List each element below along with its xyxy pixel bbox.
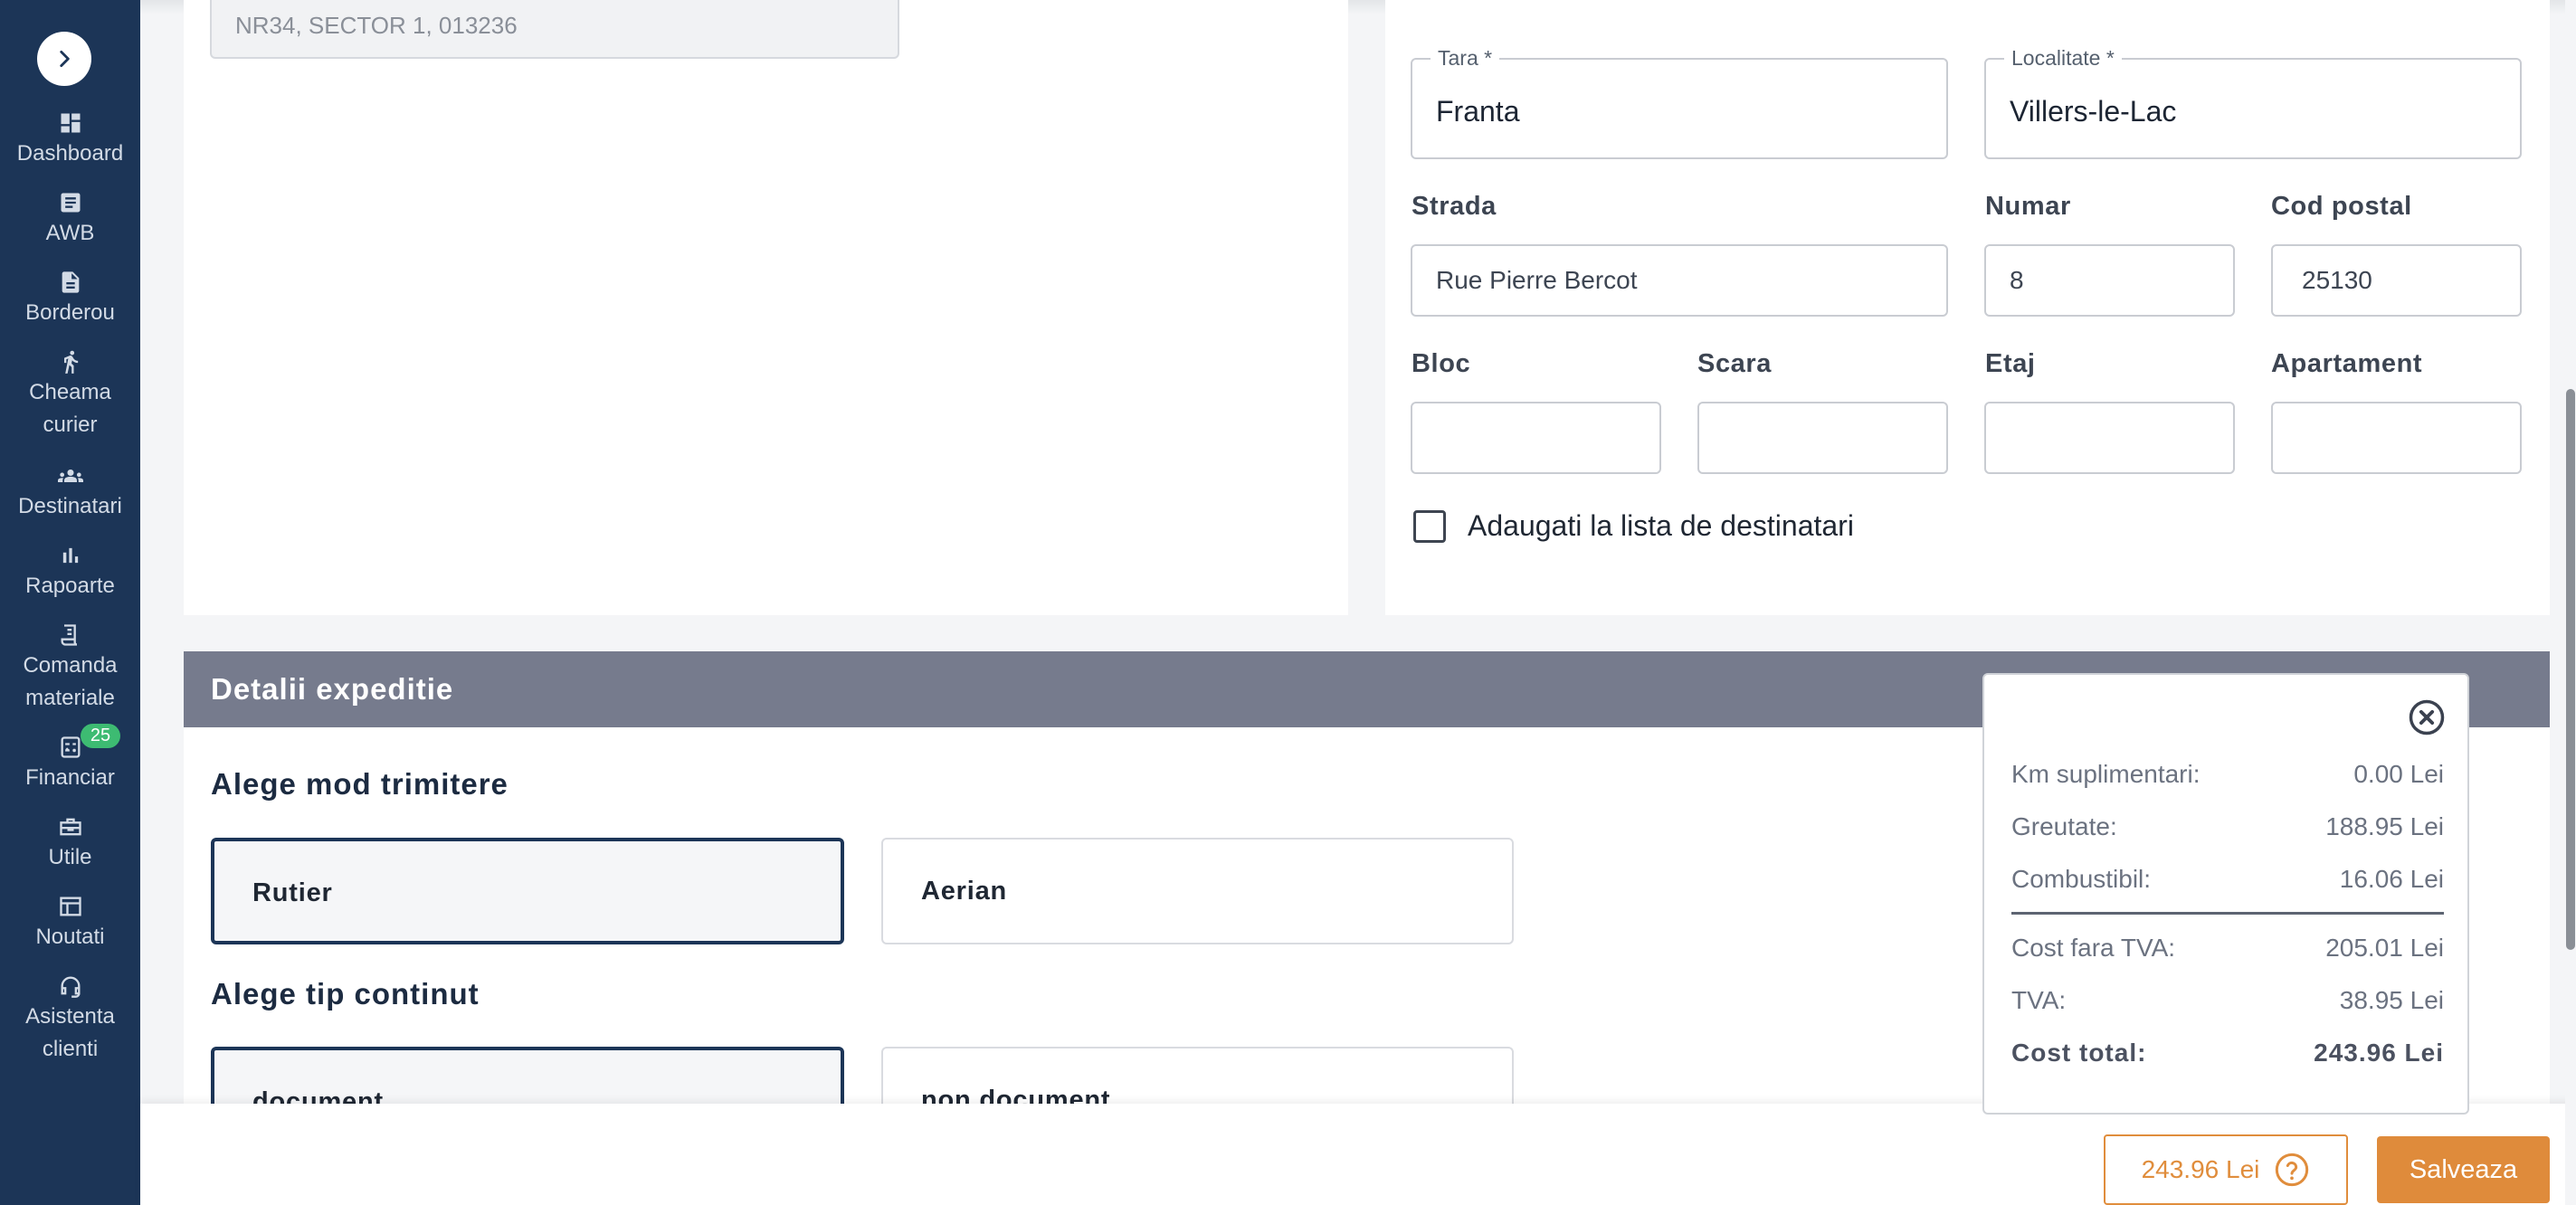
popup-row-greutate: Greutate: 188.95 Lei (2011, 811, 2444, 843)
close-icon[interactable] (2408, 698, 2446, 736)
add-to-recipients-label[interactable]: Adaugati la lista de destinatari (1468, 508, 1854, 543)
sidebar-item-label: Asistenta clienti (25, 1004, 115, 1061)
help-circle-icon (2276, 1153, 2309, 1187)
strada-label: Strada (1412, 192, 1497, 221)
popup-row-combustibil: Combustibil: 16.06 Lei (2011, 863, 2444, 896)
sidebar-item-label: Dashboard (16, 141, 124, 166)
mod-option-rutier[interactable]: Rutier (211, 838, 844, 944)
cod-postal-input[interactable]: 25130 (2271, 244, 2522, 317)
mod-option-aerian[interactable]: Aerian (881, 838, 1514, 944)
sidebar-item-financiar[interactable]: Financiar (0, 735, 140, 794)
sidebar-item-label: Comanda materiale (23, 653, 118, 710)
mod-trimitere-title: Alege mod trimitere (211, 767, 509, 801)
etaj-input[interactable] (1984, 402, 2235, 474)
sidebar-item-label: Borderou (25, 300, 115, 325)
popup-row-value: 38.95 Lei (2339, 986, 2444, 1014)
scrollbar-thumb[interactable] (2566, 389, 2575, 950)
popup-row-cost-fara-tva: Cost fara TVA: 205.01 Lei (2011, 932, 2444, 964)
receipt-icon (61, 624, 77, 646)
apartament-input[interactable] (2271, 402, 2522, 474)
popup-row-label: Km suplimentari: (2011, 760, 2201, 788)
sidebar-item-dashboard[interactable]: Dashboard (0, 110, 140, 170)
popup-row-value: 188.95 Lei (2325, 812, 2444, 840)
toolbox-icon (59, 818, 81, 836)
popup-row-label: Cost fara TVA: (2011, 934, 2176, 962)
chevron-right-icon (60, 51, 70, 67)
cod-postal-label: Cod postal (2271, 192, 2412, 221)
sidebar-item-label: Financiar (25, 765, 115, 790)
sidebar-item-comanda-materiale[interactable]: Comanda materiale (0, 622, 140, 715)
popup-row-label: Combustibil: (2011, 865, 2152, 893)
popup-row-label: Greutate: (2011, 812, 2117, 840)
dashboard-icon (61, 113, 80, 133)
bloc-label: Bloc (1412, 349, 1471, 378)
sidebar-item-asistenta-clienti[interactable]: Asistenta clienti (0, 973, 140, 1066)
people-icon (57, 470, 83, 482)
numar-label: Numar (1985, 192, 2071, 221)
save-button[interactable]: Salveaza (2377, 1136, 2550, 1203)
popup-row-label: TVA: (2011, 986, 2067, 1014)
sidebar-item-label: AWB (45, 221, 95, 245)
popup-row-value: 243.96 Lei (2314, 1039, 2444, 1067)
localitate-label: Localitate * (2004, 45, 2122, 71)
headset-icon (61, 976, 80, 998)
price-breakdown-popup: Km suplimentari: 0.00 Lei Greutate: 188.… (1982, 673, 2469, 1115)
etaj-label: Etaj (1985, 349, 2036, 378)
bloc-input[interactable] (1411, 402, 1661, 474)
price-summary-button[interactable]: 243.96 Lei (2104, 1134, 2348, 1205)
sidebar-item-rapoarte[interactable]: Rapoarte (0, 543, 140, 602)
news-icon (59, 897, 81, 916)
popup-row-tva: TVA: 38.95 Lei (2011, 984, 2444, 1017)
popup-row-value: 205.01 Lei (2325, 934, 2444, 962)
add-to-recipients-checkbox[interactable] (1413, 510, 1446, 543)
sidebar-item-destinatari[interactable]: Destinatari (0, 463, 140, 523)
tip-continut-title: Alege tip continut (211, 977, 480, 1010)
financiar-badge: 25 (81, 724, 120, 748)
bar-chart-icon (62, 547, 78, 564)
popup-row-cost-total: Cost total: 243.96 Lei (2011, 1037, 2444, 1069)
sidebar-item-borderou[interactable]: Borderou (0, 270, 140, 329)
sidebar-item-label: Noutati (35, 925, 105, 949)
popup-divider (2011, 912, 2444, 915)
numar-input[interactable]: 8 (1984, 244, 2235, 317)
popup-row-label: Cost total: (2011, 1039, 2147, 1067)
tara-field[interactable]: Tara * Franta (1411, 45, 1948, 159)
sidebar-item-label: Destinatari (18, 494, 122, 518)
sidebar-item-label: Utile (48, 845, 92, 869)
sidebar-item-noutati[interactable]: Noutati (0, 894, 140, 954)
calculator-icon (61, 736, 80, 758)
sidebar-item-label: Rapoarte (25, 574, 115, 598)
sidebar-item-utile[interactable]: Utile (0, 814, 140, 874)
sidebar: Dashboard AWB Borderou Cheama curier Des… (0, 0, 140, 1205)
localitate-field[interactable]: Localitate * Villers-le-Lac (1984, 45, 2522, 159)
tara-label: Tara * (1431, 45, 1500, 71)
strada-input[interactable]: Rue Pierre Bercot (1411, 244, 1948, 317)
courier-icon (63, 350, 78, 374)
localitate-value: Villers-le-Lac (2010, 95, 2177, 128)
sidebar-toggle-button[interactable] (37, 32, 91, 86)
scara-input[interactable] (1697, 402, 1948, 474)
scara-label: Scara (1697, 349, 1773, 378)
popup-row-value: 0.00 Lei (2353, 760, 2444, 788)
file-icon (62, 271, 79, 293)
popup-row-value: 16.06 Lei (2339, 865, 2444, 893)
document-icon (61, 193, 80, 213)
sidebar-item-label: Cheama curier (29, 380, 111, 437)
sender-address-field: NR34, SECTOR 1, 013236 (210, 0, 899, 59)
apartament-label: Apartament (2271, 349, 2423, 378)
sender-card (184, 0, 1348, 615)
sidebar-item-awb[interactable]: AWB (0, 190, 140, 250)
sidebar-item-cheama-curier[interactable]: Cheama curier (0, 349, 140, 441)
tara-value: Franta (1436, 95, 1520, 128)
popup-row-km: Km suplimentari: 0.00 Lei (2011, 758, 2444, 791)
price-summary-label: 243.96 Lei (2141, 1155, 2260, 1183)
